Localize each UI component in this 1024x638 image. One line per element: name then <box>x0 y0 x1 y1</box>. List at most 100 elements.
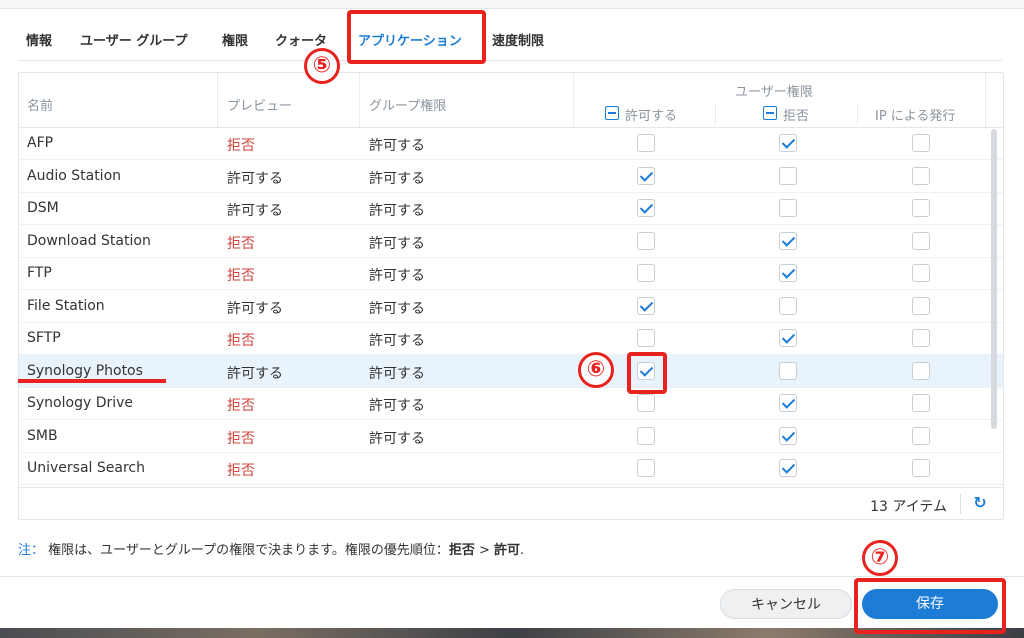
ip-checkbox[interactable] <box>912 296 930 315</box>
ip-checkbox[interactable] <box>912 199 930 217</box>
group-permission-value: 許可する <box>369 300 425 317</box>
table-header: 名前 プレビュー グループ権限 ユーザー権限 許可する 拒否 IP による発行 <box>19 73 1003 128</box>
allow-checkbox[interactable] <box>637 361 655 380</box>
app-name: SFTP <box>27 330 61 346</box>
preview-value: 許可する <box>227 365 283 382</box>
table-row[interactable]: Synology Photos 許可する 許可する <box>19 354 1003 388</box>
allow-checkbox[interactable] <box>637 296 655 315</box>
deny-checkbox[interactable] <box>779 296 797 315</box>
table-row[interactable]: Synology Drive 拒否 許可する <box>19 387 1003 420</box>
deny-checkbox[interactable] <box>779 329 797 347</box>
annotation-underline-photos <box>18 379 166 383</box>
annotation-number-7: ⑦ <box>862 540 898 576</box>
table-row[interactable]: AFP 拒否 許可する <box>19 127 1003 160</box>
tab-speed-limit[interactable]: 速度制限 <box>492 30 544 49</box>
app-name: AFP <box>27 135 54 151</box>
permission-note: 注： 権限は、ユーザーとグループの権限で決まります。権限の優先順位：拒否 > 許… <box>18 539 524 558</box>
allow-checkbox[interactable] <box>637 426 655 445</box>
ip-checkbox[interactable] <box>912 394 930 412</box>
deny-checkbox[interactable] <box>779 264 797 282</box>
dialog-top-strip <box>0 0 1024 9</box>
tab-applications[interactable]: アプリケーション <box>358 30 462 49</box>
refresh-icon[interactable]: ↻ <box>971 494 989 512</box>
ip-checkbox[interactable] <box>912 361 930 380</box>
app-name: Download Station <box>27 232 151 249</box>
preview-value: 拒否 <box>227 333 255 349</box>
ip-checkbox[interactable] <box>912 166 930 185</box>
header-group-permission[interactable]: グループ権限 <box>359 73 574 127</box>
ip-checkbox[interactable] <box>912 329 930 347</box>
tab-permissions[interactable]: 権限 <box>222 30 248 49</box>
preview-value: 許可する <box>227 170 283 187</box>
deny-checkbox[interactable] <box>779 459 797 477</box>
note-gt: > <box>474 543 495 558</box>
ip-checkbox[interactable] <box>912 134 930 152</box>
group-permission-value: 許可する <box>369 398 425 414</box>
app-name: Universal Search <box>27 460 145 476</box>
group-permission-value: 許可する <box>369 138 425 154</box>
table-footer: 13 アイテム ↻ <box>19 487 1003 520</box>
allow-checkbox[interactable] <box>637 134 655 152</box>
subheader-divider <box>715 103 716 125</box>
note-text: 権限は、ユーザーとグループの権限で決まります。権限の優先順位： <box>48 543 449 558</box>
minus-icon[interactable] <box>605 106 619 120</box>
allow-checkbox[interactable] <box>637 394 655 412</box>
allow-checkbox[interactable] <box>637 329 655 347</box>
dialog-button-bar: キャンセル 保存 <box>0 576 1024 629</box>
application-permission-table: 名前 プレビュー グループ権限 ユーザー権限 許可する 拒否 IP による発行 … <box>18 72 1004 520</box>
note-end: . <box>520 543 525 558</box>
header-deny-label: 拒否 <box>783 109 810 124</box>
annotation-number-6: ⑥ <box>578 352 614 388</box>
deny-checkbox[interactable] <box>779 361 797 380</box>
deny-checkbox[interactable] <box>779 166 797 185</box>
cancel-button[interactable]: キャンセル <box>720 589 852 619</box>
annotation-number-5: ⑤ <box>304 48 340 84</box>
header-preview[interactable]: プレビュー <box>217 73 360 127</box>
ip-checkbox[interactable] <box>912 459 930 477</box>
deny-checkbox[interactable] <box>779 199 797 217</box>
allow-checkbox[interactable] <box>637 459 655 477</box>
minus-icon[interactable] <box>763 106 777 120</box>
app-name: DSM <box>27 200 59 216</box>
header-user-permission: ユーザー権限 許可する 拒否 IP による発行 <box>573 73 986 127</box>
allow-checkbox[interactable] <box>637 199 655 217</box>
ip-checkbox[interactable] <box>912 231 930 250</box>
allow-checkbox[interactable] <box>637 231 655 250</box>
preview-value: 許可する <box>227 203 283 219</box>
table-row[interactable]: Universal Search 拒否 <box>19 452 1003 485</box>
preview-value: 許可する <box>227 300 283 317</box>
group-permission-value: 許可する <box>369 333 425 349</box>
table-row[interactable]: DSM 許可する 許可する <box>19 192 1003 225</box>
tab-user-group[interactable]: ユーザー グループ <box>80 30 188 49</box>
table-row[interactable]: FTP 拒否 許可する <box>19 257 1003 290</box>
allow-checkbox[interactable] <box>637 166 655 185</box>
table-row[interactable]: Audio Station 許可する 許可する <box>19 160 1003 193</box>
header-name[interactable]: 名前 <box>19 73 218 127</box>
table-scrollbar[interactable] <box>991 129 997 429</box>
ip-checkbox[interactable] <box>912 426 930 445</box>
group-permission-value: 許可する <box>369 170 425 187</box>
table-row[interactable]: SMB 拒否 許可する <box>19 420 1003 453</box>
table-row[interactable]: File Station 許可する 許可する <box>19 290 1003 323</box>
ip-checkbox[interactable] <box>912 264 930 282</box>
group-permission-value: 許可する <box>369 365 425 382</box>
preview-value: 拒否 <box>227 430 255 447</box>
tab-info[interactable]: 情報 <box>26 30 52 49</box>
shared-folder-permission-dialog: 情報 ユーザー グループ 権限 クォータ アプリケーション 速度制限 名前 プレ… <box>0 0 1024 638</box>
deny-checkbox[interactable] <box>779 426 797 445</box>
deny-checkbox[interactable] <box>779 134 797 152</box>
deny-checkbox[interactable] <box>779 231 797 250</box>
preview-value: 拒否 <box>227 463 255 479</box>
allow-checkbox[interactable] <box>637 264 655 282</box>
deny-checkbox[interactable] <box>779 394 797 412</box>
save-button[interactable]: 保存 <box>862 589 998 619</box>
app-name: Synology Drive <box>27 395 134 411</box>
header-allow-label: 許可する <box>625 109 678 124</box>
table-row[interactable]: SFTP 拒否 許可する <box>19 322 1003 355</box>
table-row[interactable]: Download Station 拒否 許可する <box>19 225 1003 258</box>
note-allow: 許可 <box>494 543 521 558</box>
tab-quota[interactable]: クォータ <box>275 30 327 49</box>
desktop-background <box>0 628 1024 638</box>
group-permission-value: 許可する <box>369 235 425 252</box>
preview-value: 拒否 <box>227 398 255 414</box>
